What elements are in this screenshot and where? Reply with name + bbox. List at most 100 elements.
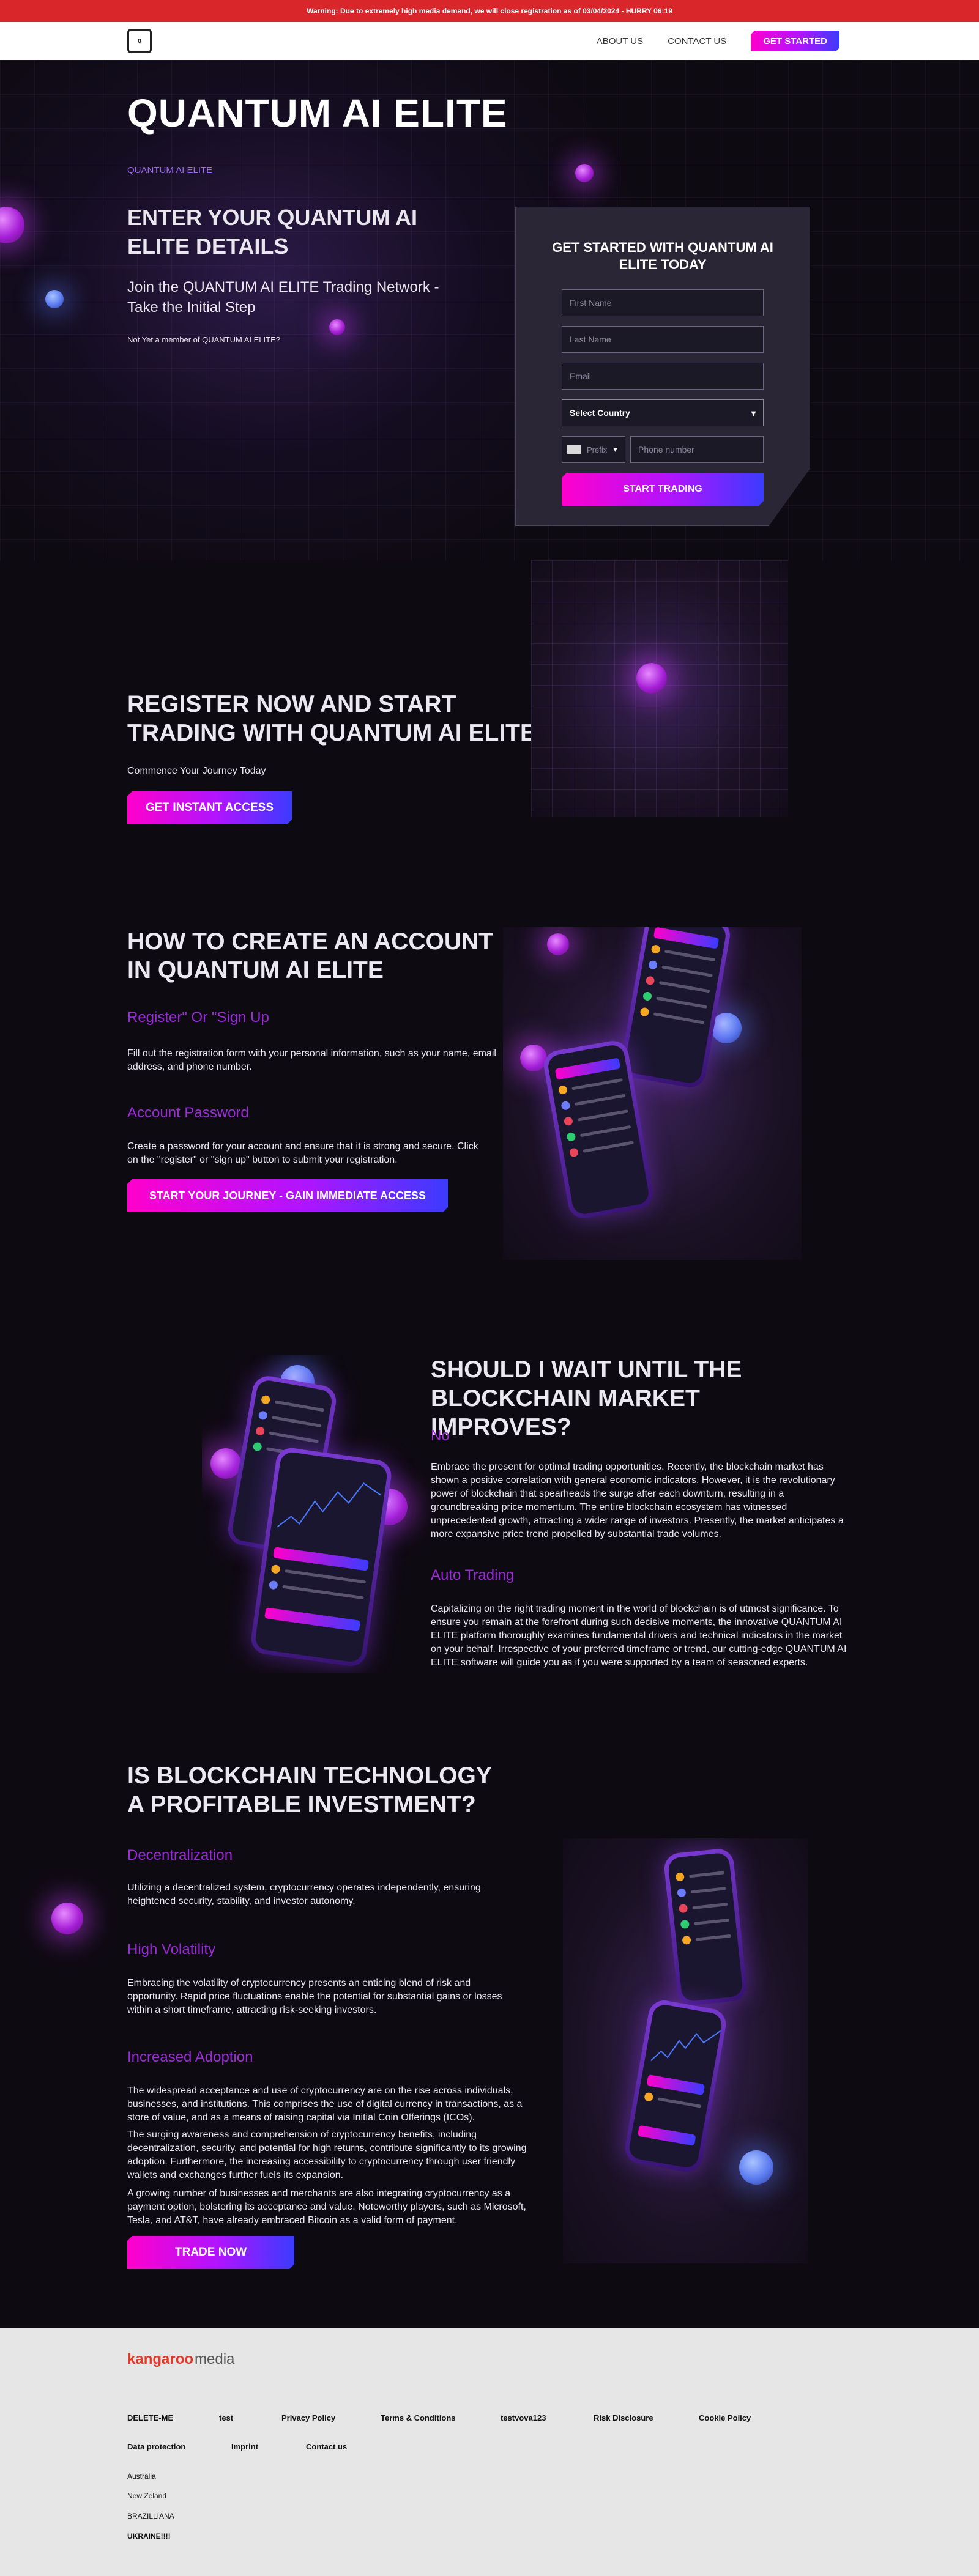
price-chart-graphic xyxy=(650,2030,721,2062)
wait-section: SHOULD I WAIT UNTIL THE BLOCKCHAIN MARKE… xyxy=(0,1319,979,1759)
footer-logo[interactable]: kangaroo media xyxy=(127,2351,234,2368)
purple-orb-decoration xyxy=(547,933,569,955)
footer-link-privacy[interactable]: Privacy Policy xyxy=(281,2413,335,2422)
profitable-section: IS BLOCKCHAIN TECHNOLOGY A PROFITABLE IN… xyxy=(0,1759,979,2328)
coin-icon xyxy=(677,1888,687,1898)
logo[interactable]: Q xyxy=(127,29,152,53)
flag-icon xyxy=(567,445,581,454)
phone-bar xyxy=(664,949,716,961)
profit-sub-volatility: High Volatility xyxy=(127,1941,216,1958)
start-journey-button[interactable]: START YOUR JOURNEY - GAIN IMMEDIATE ACCE… xyxy=(127,1179,448,1212)
coin-icon xyxy=(566,1131,576,1142)
phone-bar xyxy=(694,1918,730,1925)
coin-icon xyxy=(682,1935,691,1945)
blue-orb-decoration xyxy=(45,290,64,308)
footer-logo-media: media xyxy=(195,2351,235,2367)
hero-section: QUANTUM AI ELITE QUANTUM AI ELITE ENTER … xyxy=(0,60,979,560)
phone-bar xyxy=(688,1870,725,1878)
purple-orb-decoration xyxy=(329,319,345,335)
email-input[interactable] xyxy=(562,363,764,390)
coin-icon xyxy=(255,1426,266,1437)
profit-text-2: Embracing the volatility of cryptocurren… xyxy=(127,1978,502,2015)
howto-step1-text: Fill out the registration form with your… xyxy=(127,1048,496,1072)
nav-contact-link[interactable]: CONTACT US xyxy=(668,36,726,46)
phone-screen xyxy=(254,1451,389,1664)
get-started-button[interactable]: GET STARTED xyxy=(751,31,839,51)
profit-sub-adoption: Increased Adoption xyxy=(127,2049,253,2065)
hero-note: Not Yet a member of QUANTUM AI ELITE? xyxy=(127,335,280,344)
form-title: GET STARTED WITH QUANTUM AI ELITE TODAY xyxy=(552,240,773,272)
coin-icon xyxy=(560,1100,571,1111)
prefix-label: Prefix xyxy=(587,445,608,454)
phone-bar xyxy=(282,1585,364,1599)
coin-icon xyxy=(261,1394,271,1405)
trade-now-button[interactable]: TRADE NOW xyxy=(127,2236,294,2269)
howto-step1-title: Register" Or "Sign Up xyxy=(127,1009,269,1026)
wait-title: SHOULD I WAIT UNTIL THE BLOCKCHAIN MARKE… xyxy=(431,1356,742,1440)
warning-banner: Warning: Due to extremely high media dem… xyxy=(0,0,979,22)
phone-bar xyxy=(583,1140,634,1153)
register-title: REGISTER NOW AND START TRADING WITH QUAN… xyxy=(127,691,536,746)
prefix-select[interactable]: Prefix ▾ xyxy=(562,436,625,463)
footer-country: BRAZILLIANA xyxy=(127,2512,174,2520)
get-instant-access-button[interactable]: GET INSTANT ACCESS xyxy=(127,791,292,824)
first-name-input[interactable] xyxy=(562,289,764,316)
phone-bar xyxy=(274,1399,325,1412)
last-name-input[interactable] xyxy=(562,326,764,353)
coin-icon xyxy=(252,1442,262,1452)
phone-bar xyxy=(579,1125,631,1137)
coin-icon xyxy=(647,960,658,970)
phone-button xyxy=(264,1607,361,1632)
purple-orb-decoration xyxy=(575,164,594,182)
nav-links: ABOUT US CONTACT US GET STARTED xyxy=(597,31,839,51)
phone-row: Prefix ▾ xyxy=(562,436,764,463)
footer-link-delete-me[interactable]: DELETE-ME xyxy=(127,2413,173,2422)
phone-screen xyxy=(627,2003,724,2169)
footer-link-cookie[interactable]: Cookie Policy xyxy=(699,2413,751,2422)
footer-link-testvova[interactable]: testvova123 xyxy=(501,2413,546,2422)
footer-country: New Zeland xyxy=(127,2492,167,2500)
footer-link-terms[interactable]: Terms & Conditions xyxy=(381,2413,456,2422)
phone-bar xyxy=(653,1012,705,1024)
coin-icon xyxy=(268,1580,278,1590)
footer-logo-kangaroo: kangaroo xyxy=(127,2351,194,2367)
phone-bar xyxy=(695,1934,731,1941)
phone-bar xyxy=(574,1094,626,1106)
phone-button xyxy=(646,2074,705,2096)
howto-step2-title: Account Password xyxy=(127,1105,249,1121)
phone-bar xyxy=(658,980,710,993)
profit-title: IS BLOCKCHAIN TECHNOLOGY A PROFITABLE IN… xyxy=(127,1763,492,1818)
wait-text-2: Capitalizing on the right trading moment… xyxy=(431,1604,847,1668)
how-to-section: HOW TO CREATE AN ACCOUNT IN QUANTUM AI E… xyxy=(0,927,979,1319)
footer-link-imprint[interactable]: Imprint xyxy=(231,2442,258,2451)
phone-screen xyxy=(624,927,728,1085)
footer-link-test[interactable]: test xyxy=(219,2413,233,2422)
coin-icon xyxy=(642,991,653,1002)
register-illustration xyxy=(531,560,788,817)
phone-bar xyxy=(577,1109,628,1122)
phone-mockup xyxy=(618,927,733,1090)
phone-bar xyxy=(656,996,707,1009)
footer-country: Australia xyxy=(127,2472,156,2481)
phone-mockup xyxy=(663,1847,748,2007)
footer-link-contact[interactable]: Contact us xyxy=(306,2442,347,2451)
phone-row xyxy=(644,2092,702,2111)
hero-small-label: QUANTUM AI ELITE xyxy=(127,165,213,176)
footer-link-risk[interactable]: Risk Disclosure xyxy=(594,2413,653,2422)
phone-input[interactable] xyxy=(630,436,764,463)
phone-row xyxy=(678,1899,728,1914)
howto-title: HOW TO CREATE AN ACCOUNT IN QUANTUM AI E… xyxy=(127,928,493,983)
profit-text-1: Utilizing a decentralized system, crypto… xyxy=(127,1882,481,1906)
top-nav: Q ABOUT US CONTACT US GET STARTED xyxy=(0,22,979,60)
country-select[interactable]: Select Country ▾ xyxy=(562,399,764,426)
phone-bar xyxy=(690,1886,726,1893)
start-trading-button[interactable]: START TRADING xyxy=(562,473,764,506)
logo-text: Q xyxy=(137,37,142,45)
coin-icon xyxy=(270,1564,281,1574)
phone-mockup xyxy=(622,1997,729,2175)
nav-about-link[interactable]: ABOUT US xyxy=(597,36,643,46)
phone-bar xyxy=(692,1902,728,1909)
coin-icon xyxy=(563,1116,573,1127)
footer-link-data-protection[interactable]: Data protection xyxy=(127,2442,185,2451)
footer: kangaroo media DELETE-ME test Privacy Po… xyxy=(0,2328,979,2576)
